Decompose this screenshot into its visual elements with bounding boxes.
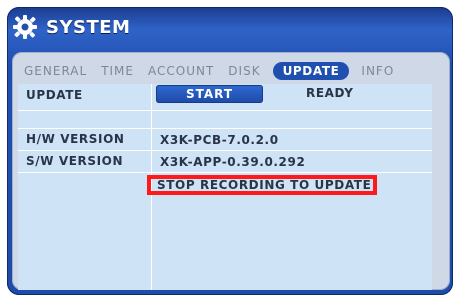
hw-version-label: H/W VERSION (26, 132, 125, 146)
row-divider (18, 150, 432, 151)
row-divider (18, 128, 432, 129)
window-title: SYSTEM (12, 12, 130, 42)
tab-time[interactable]: TIME (99, 64, 136, 78)
tab-bar: GENERAL TIME ACCOUNT DISK UPDATE INFO (22, 60, 396, 82)
update-status: READY (306, 86, 354, 100)
update-warning-text: STOP RECORDING TO UPDATE (157, 178, 372, 192)
window-title-text: SYSTEM (46, 16, 131, 38)
start-button[interactable]: START (156, 85, 263, 103)
tab-update[interactable]: UPDATE (272, 62, 350, 80)
sw-version-label: S/W VERSION (26, 154, 124, 168)
tab-general[interactable]: GENERAL (22, 64, 89, 78)
gear-icon (12, 14, 38, 40)
tab-disk[interactable]: DISK (226, 64, 262, 78)
sw-version-value: X3K-APP-0.39.0.292 (160, 155, 306, 169)
update-warning-notice: STOP RECORDING TO UPDATE (147, 175, 377, 195)
update-label: UPDATE (26, 88, 83, 102)
row-divider (18, 110, 432, 111)
tab-info[interactable]: INFO (359, 64, 396, 78)
row-divider (18, 172, 432, 173)
label-column (18, 84, 152, 290)
tab-account[interactable]: ACCOUNT (146, 64, 216, 78)
hw-version-value: X3K-PCB-7.0.2.0 (160, 133, 279, 147)
